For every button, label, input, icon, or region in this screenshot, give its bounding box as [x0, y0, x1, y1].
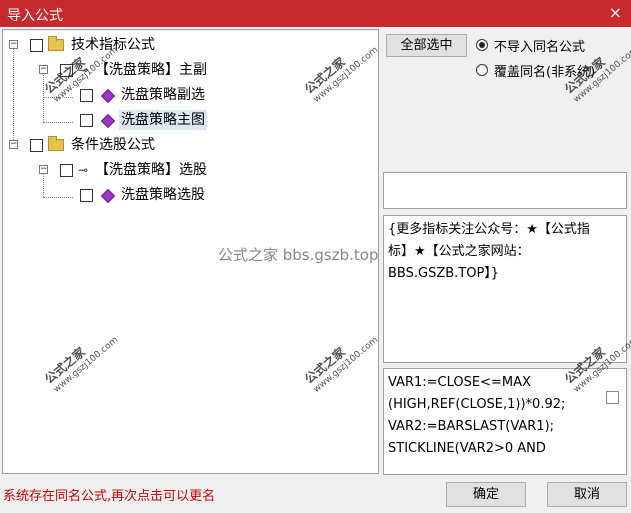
collapse-icon[interactable]: − [39, 165, 48, 174]
cancel-button[interactable]: 取消 [547, 482, 627, 507]
collapse-icon[interactable]: − [9, 40, 18, 49]
status-message: 系统存在同名公式,再次点击可以更名 [3, 489, 216, 504]
tree-checkbox[interactable] [80, 89, 93, 102]
window-title: 导入公式 [7, 8, 63, 24]
formula-name-box [383, 172, 627, 209]
center-watermark: 公式之家 bbs.gszb.top [218, 246, 379, 264]
tree-checkbox[interactable] [30, 39, 43, 52]
formula-diamond-icon [100, 88, 116, 104]
tree-node-label: 洗盘策略副选 [121, 87, 205, 103]
tree-checkbox[interactable] [60, 164, 73, 177]
description-text: {更多指标关注公众号：★【公式指标】★【公式之家网站：BBS.GSZB.TOP】… [388, 222, 590, 281]
tree-connector [43, 122, 73, 123]
ok-button[interactable]: 确定 [446, 482, 526, 507]
radio-overwrite-same-name[interactable] [476, 64, 488, 76]
tree-connector [43, 197, 73, 198]
tree-checkbox[interactable] [30, 139, 43, 152]
code-preview-text: VAR1:=CLOSE<=MAX (HIGH,REF(CLOSE,1))*0.9… [388, 375, 566, 456]
formula-diamond-icon [100, 113, 116, 129]
tree-node-label: 条件选股公式 [71, 137, 155, 153]
select-all-button[interactable]: 全部选中 [386, 34, 467, 57]
tree-node-label: 洗盘策略选股 [121, 187, 205, 203]
title-bar: 导入公式 × [0, 0, 631, 27]
tree-connector [43, 172, 44, 197]
folder-icon [48, 36, 64, 51]
tree-node-label: 【洗盘策略】选股 [95, 162, 207, 178]
code-checkbox[interactable] [606, 391, 619, 404]
formula-diamond-icon [100, 188, 116, 204]
key-icon: ⊸ [78, 163, 89, 177]
folder-icon [48, 136, 64, 151]
close-icon[interactable]: × [609, 3, 622, 22]
description-box[interactable]: {更多指标关注公众号：★【公式指标】★【公式之家网站：BBS.GSZB.TOP】… [383, 215, 627, 363]
tree-connector [13, 47, 14, 146]
radio-skip-same-name[interactable] [476, 39, 488, 51]
radio-label: 不导入同名公式 [494, 40, 586, 55]
collapse-icon[interactable]: − [9, 140, 18, 149]
tree-node-label-selected: 洗盘策略主图 [119, 110, 207, 130]
tree-checkbox[interactable] [80, 189, 93, 202]
collapse-icon[interactable]: − [39, 65, 48, 74]
tree-checkbox[interactable] [80, 114, 93, 127]
tree-node-label: 【洗盘策略】主副 [95, 62, 207, 78]
